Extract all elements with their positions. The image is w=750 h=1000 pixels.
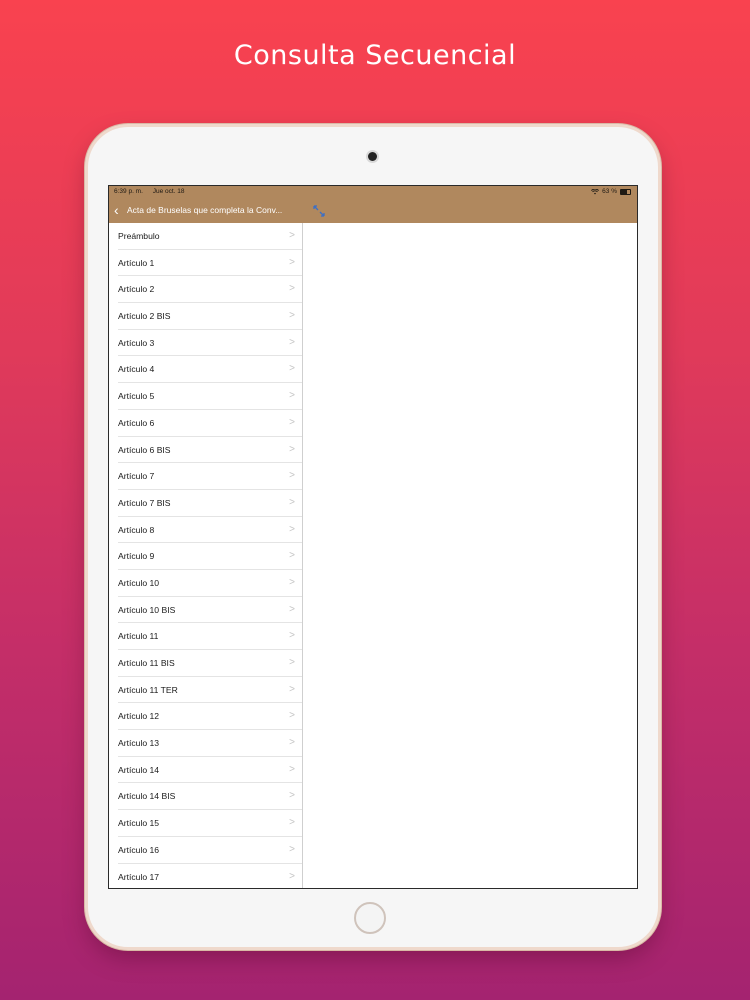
chevron-right-icon: > bbox=[289, 763, 295, 775]
list-item-label: Artículo 10 bbox=[118, 577, 160, 588]
status-time: 6:39 p. m. bbox=[114, 188, 143, 195]
list-item-label: Artículo 7 bbox=[118, 471, 155, 482]
list-item[interactable]: Artículo 2 > bbox=[118, 276, 302, 304]
list-item-label: Artículo 13 bbox=[118, 738, 160, 749]
list-item-label: Artículo 3 bbox=[118, 337, 155, 348]
list-item[interactable]: Artículo 7 BIS > bbox=[118, 490, 302, 517]
expand-icon[interactable] bbox=[312, 204, 326, 218]
list-item[interactable]: Artículo 11 BIS > bbox=[118, 650, 302, 677]
list-item-label: Artículo 11 BIS bbox=[118, 658, 175, 668]
chevron-right-icon: > bbox=[289, 603, 295, 615]
chevron-right-icon: > bbox=[289, 576, 295, 588]
list-item[interactable]: Artículo 8 > bbox=[118, 517, 302, 544]
chevron-right-icon: > bbox=[289, 710, 295, 722]
list-item[interactable]: Artículo 6 BIS > bbox=[118, 437, 302, 464]
list-item[interactable]: Artículo 16 > bbox=[118, 837, 302, 864]
list-item[interactable]: Artículo 2 BIS > bbox=[118, 303, 302, 330]
wifi-icon bbox=[591, 189, 600, 195]
chevron-right-icon: > bbox=[289, 657, 295, 668]
list-item[interactable]: Artículo 17 > bbox=[118, 864, 302, 889]
list-item[interactable]: Artículo 11 > bbox=[118, 623, 302, 650]
chevron-left-icon[interactable]: ‹ bbox=[114, 202, 119, 218]
list-item-label: Artículo 4 bbox=[118, 364, 155, 375]
list-item-label: Artículo 14 BIS bbox=[118, 791, 176, 802]
promo-headline: Consulta Secuencial bbox=[233, 40, 517, 71]
nav-title-back-button[interactable]: Acta de Bruselas que completa la Conv... bbox=[127, 198, 299, 223]
list-item[interactable]: Artículo 1 > bbox=[118, 250, 302, 277]
list-item-label: Artículo 11 bbox=[118, 631, 159, 642]
list-item-label: Artículo 7 BIS bbox=[118, 497, 171, 508]
list-item[interactable]: Preámbulo > bbox=[118, 223, 302, 250]
chevron-right-icon: > bbox=[289, 416, 295, 428]
list-item[interactable]: Artículo 10 > bbox=[118, 570, 302, 597]
chevron-right-icon: > bbox=[289, 310, 295, 322]
chevron-right-icon: > bbox=[289, 523, 295, 535]
list-item-label: Artículo 6 bbox=[118, 417, 155, 428]
list-item[interactable]: Artículo 14 > bbox=[118, 757, 302, 784]
chevron-right-icon: > bbox=[289, 683, 295, 695]
detail-pane bbox=[303, 223, 637, 888]
status-bar: 6:39 p. m. Jue oct. 18 63 % bbox=[109, 186, 637, 198]
battery-icon bbox=[620, 189, 631, 195]
list-item[interactable]: Artículo 4 > bbox=[118, 356, 302, 384]
list-item[interactable]: Artículo 11 TER > bbox=[118, 677, 302, 704]
list-item-label: Preámbulo bbox=[118, 231, 160, 241]
list-item-label: Artículo 8 bbox=[118, 524, 155, 535]
chevron-right-icon: > bbox=[289, 550, 295, 562]
chevron-right-icon: > bbox=[289, 496, 295, 508]
chevron-right-icon: > bbox=[289, 817, 295, 829]
chevron-right-icon: > bbox=[289, 283, 295, 295]
list-item[interactable]: Artículo 6 > bbox=[118, 410, 302, 437]
list-item[interactable]: Artículo 9 > bbox=[118, 543, 302, 570]
list-item[interactable]: Artículo 3 > bbox=[118, 330, 302, 357]
chevron-right-icon: > bbox=[289, 843, 295, 855]
list-item-label: Artículo 16 bbox=[118, 844, 160, 855]
list-item-label: Artículo 11 TER bbox=[118, 684, 178, 695]
list-item-label: Artículo 15 bbox=[118, 818, 160, 829]
app-screen: 6:39 p. m. Jue oct. 18 63 % ‹ Acta de Br… bbox=[108, 185, 638, 889]
list-item-label: Artículo 5 bbox=[118, 391, 155, 402]
chevron-right-icon: > bbox=[289, 230, 295, 241]
list-item-label: Artículo 10 BIS bbox=[118, 604, 176, 615]
camera-icon bbox=[368, 152, 377, 161]
article-list: Preámbulo > Artículo 1 > Artículo 2 > Artíc… bbox=[109, 223, 303, 888]
chevron-right-icon: > bbox=[289, 737, 295, 749]
chevron-right-icon: > bbox=[289, 470, 295, 482]
list-item-label: Artículo 6 BIS bbox=[118, 444, 171, 455]
list-item[interactable]: Artículo 5 > bbox=[118, 383, 302, 410]
chevron-right-icon: > bbox=[289, 256, 295, 268]
chevron-right-icon: > bbox=[289, 390, 295, 402]
chevron-right-icon: > bbox=[289, 443, 295, 455]
list-item-label: Artículo 1 bbox=[118, 257, 155, 268]
list-item-label: Artículo 9 bbox=[118, 551, 155, 562]
list-item[interactable]: Artículo 10 BIS > bbox=[118, 597, 302, 624]
list-item[interactable]: Artículo 14 BIS > bbox=[118, 783, 302, 811]
chevron-right-icon: > bbox=[289, 870, 295, 882]
list-item-label: Artículo 2 bbox=[118, 284, 155, 295]
list-item[interactable]: Artículo 7 > bbox=[118, 463, 302, 490]
battery-percent: 63 % bbox=[602, 188, 617, 195]
list-item-label: Artículo 17 bbox=[118, 871, 160, 882]
list-item[interactable]: Artículo 12 > bbox=[118, 703, 302, 731]
list-item-label: Artículo 2 BIS bbox=[118, 311, 171, 322]
status-date: Jue oct. 18 bbox=[152, 188, 185, 195]
chevron-right-icon: > bbox=[289, 336, 295, 348]
nav-bar: ‹ Acta de Bruselas que completa la Conv.… bbox=[109, 198, 637, 223]
list-item[interactable]: Artículo 15 > bbox=[118, 810, 302, 837]
chevron-right-icon: > bbox=[289, 790, 295, 802]
list-item-label: Artículo 12 bbox=[118, 711, 160, 722]
list-item[interactable]: Artículo 13 > bbox=[118, 730, 302, 757]
list-item-label: Artículo 14 bbox=[118, 764, 160, 775]
home-button[interactable] bbox=[354, 902, 386, 934]
chevron-right-icon: > bbox=[289, 630, 295, 642]
chevron-right-icon: > bbox=[289, 363, 295, 375]
